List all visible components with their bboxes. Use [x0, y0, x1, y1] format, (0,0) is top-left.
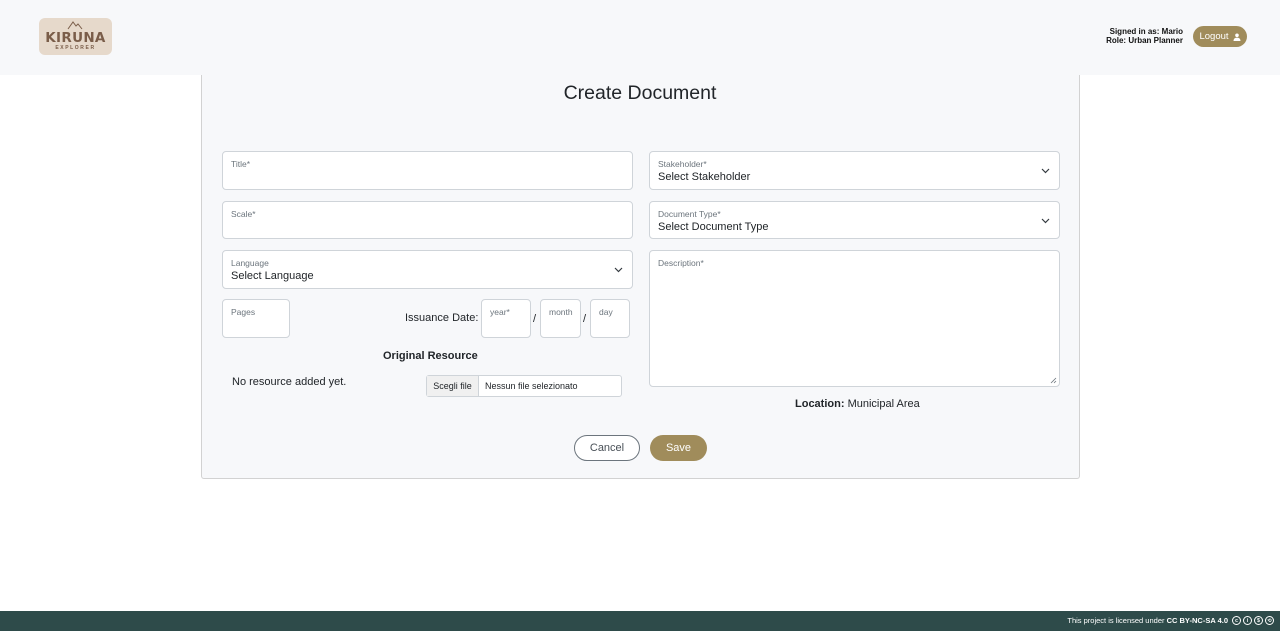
- license-icons: c i $ ⟲: [1232, 616, 1274, 625]
- location-label: Location:: [795, 398, 845, 410]
- day-input[interactable]: day: [590, 299, 630, 338]
- sa-icon: ⟲: [1265, 616, 1274, 625]
- logo-name: KIRUNA: [45, 30, 106, 46]
- file-name-text: Nessun file selezionato: [485, 381, 578, 391]
- stakeholder-select[interactable]: Stakeholder* Select Stakeholder: [649, 151, 1060, 190]
- description-label: Description*: [658, 258, 704, 268]
- stakeholder-value: Select Stakeholder: [658, 171, 751, 183]
- language-select[interactable]: Language Select Language: [222, 250, 633, 289]
- app-header: KIRUNA EXPLORER Signed in as: Mario Role…: [0, 0, 1280, 75]
- license-text: This project is licensed under CC BY-NC-…: [1067, 616, 1228, 625]
- resize-grip-icon[interactable]: [1050, 377, 1057, 384]
- scale-input[interactable]: Scale*: [222, 201, 633, 239]
- choose-file-button[interactable]: Scegli file: [427, 376, 479, 396]
- issuance-date-label: Issuance Date:: [405, 312, 479, 324]
- description-textarea[interactable]: Description*: [649, 250, 1060, 387]
- save-button[interactable]: Save: [650, 435, 707, 461]
- nc-icon: $: [1254, 616, 1263, 625]
- date-separator: /: [533, 313, 537, 325]
- location-row: Location: Municipal Area: [795, 398, 920, 410]
- pages-label: Pages: [231, 307, 256, 317]
- day-placeholder: day: [599, 307, 613, 317]
- stakeholder-label: Stakeholder*: [658, 159, 707, 169]
- by-icon: i: [1243, 616, 1252, 625]
- cancel-button[interactable]: Cancel: [574, 435, 640, 461]
- chevron-down-icon: [1041, 168, 1050, 174]
- license-link[interactable]: CC BY-NC-SA 4.0: [1167, 616, 1228, 625]
- chevron-down-icon: [1041, 218, 1050, 224]
- create-document-form: Create Document Title* Scale* Language S…: [201, 75, 1080, 479]
- logout-button[interactable]: Logout: [1193, 26, 1247, 47]
- date-separator: /: [583, 313, 587, 325]
- cc-icon: c: [1232, 616, 1241, 625]
- language-label: Language: [231, 258, 269, 268]
- title-input[interactable]: Title*: [222, 151, 633, 190]
- kiruna-explorer-logo[interactable]: KIRUNA EXPLORER: [39, 18, 112, 55]
- pages-input[interactable]: Pages: [222, 299, 290, 338]
- document-type-value: Select Document Type: [658, 221, 769, 233]
- logo-subtitle: EXPLORER: [55, 45, 96, 51]
- mountain-icon: [67, 21, 83, 30]
- month-input[interactable]: month: [540, 299, 581, 338]
- year-input[interactable]: year*: [481, 299, 531, 338]
- location-value: Municipal Area: [847, 398, 920, 410]
- language-value: Select Language: [231, 270, 314, 282]
- page-title: Create Document: [563, 82, 717, 104]
- chevron-down-icon: [614, 267, 623, 273]
- app-footer: This project is licensed under CC BY-NC-…: [0, 611, 1280, 631]
- license-prefix: This project is licensed under: [1067, 616, 1165, 625]
- document-type-label: Document Type*: [658, 209, 721, 219]
- document-type-select[interactable]: Document Type* Select Document Type: [649, 201, 1060, 239]
- role-value: Urban Planner: [1128, 35, 1183, 45]
- role-label: Role:: [1106, 35, 1127, 45]
- scale-label: Scale*: [231, 209, 256, 219]
- title-label: Title*: [231, 159, 251, 169]
- logout-label: Logout: [1199, 31, 1229, 42]
- year-placeholder: year*: [490, 307, 510, 317]
- file-upload-input[interactable]: Scegli file Nessun file selezionato: [426, 375, 622, 397]
- no-resource-text: No resource added yet.: [232, 376, 347, 388]
- user-icon: [1233, 33, 1241, 41]
- month-placeholder: month: [549, 307, 573, 317]
- original-resource-heading: Original Resource: [383, 350, 478, 362]
- user-info: Signed in as: Mario Role: Urban Planner: [1085, 27, 1183, 45]
